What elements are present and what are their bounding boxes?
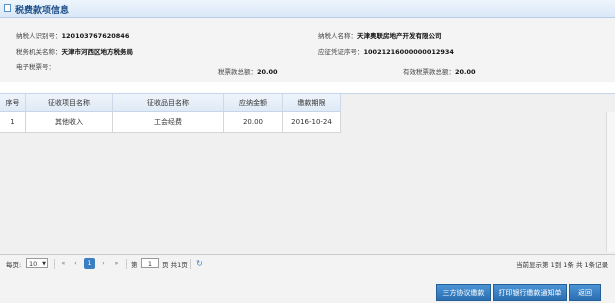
- grid-scrollbar[interactable]: [606, 112, 615, 252]
- back-button[interactable]: 返回: [569, 284, 601, 301]
- cell-item: 其他收入: [25, 111, 113, 133]
- tax-info-section: 纳税人识别号：120103767620846 纳税人名称：天津奥联房地产开发有限…: [0, 18, 615, 82]
- per-page-label: 每页:: [6, 261, 22, 269]
- column-header-item[interactable]: 征收项目名称: [25, 94, 113, 112]
- tax-office-field: 税务机关名称：天津市河西区地方税务局: [16, 48, 133, 56]
- next-page-button[interactable]: ›: [98, 258, 109, 269]
- cell-subitem: 工会经费: [112, 111, 224, 133]
- panel-header: 税费款项信息: [0, 0, 615, 18]
- total-field: 税票款总额：20.00: [218, 68, 278, 76]
- taxpayer-id-field: 纳税人识别号：120103767620846: [16, 32, 130, 40]
- valid-total-field: 有效税票款总额：20.00: [403, 68, 476, 76]
- page-number-input[interactable]: 1: [141, 258, 159, 268]
- table-header-row: 序号 征收项目名称 征收品目名称 应纳金额 缴款期限: [0, 94, 341, 112]
- taxpayer-name-field: 纳税人名称：天津奥联房地产开发有限公司: [318, 32, 442, 40]
- record-summary: 当前显示第 1到 1条 共 1条记录: [516, 261, 609, 269]
- column-header-subitem[interactable]: 征收品目名称: [112, 94, 224, 112]
- cell-amount: 20.00: [223, 111, 283, 133]
- pager-divider: [190, 259, 191, 269]
- page-1-button[interactable]: 1: [84, 258, 95, 269]
- page-total-label: 页 共1页: [162, 261, 188, 269]
- cell-deadline: 2016-10-24: [282, 111, 341, 133]
- column-header-no[interactable]: 序号: [0, 94, 26, 112]
- column-header-deadline[interactable]: 缴款期限: [282, 94, 341, 112]
- pager-divider: [126, 259, 127, 269]
- per-page-select[interactable]: 10 ▼: [26, 258, 48, 268]
- e-ticket-field: 电子税票号：: [16, 63, 55, 71]
- tax-items-table: 序号 征收项目名称 征收品目名称 应纳金额 缴款期限 1 其他收入 工会经费 2…: [0, 94, 341, 133]
- print-bank-notice-button[interactable]: 打印银行缴款通知单: [493, 284, 567, 301]
- tripartite-payment-button[interactable]: 三方协议缴款: [436, 284, 491, 301]
- pager-divider: [54, 259, 55, 269]
- refresh-icon[interactable]: ↻: [194, 258, 205, 269]
- column-header-amount[interactable]: 应纳金额: [223, 94, 283, 112]
- action-bar: 三方协议缴款 打印银行缴款通知单 返回: [0, 273, 615, 303]
- last-page-button[interactable]: »: [111, 258, 122, 269]
- tax-items-grid: 序号 征收项目名称 征收品目名称 应纳金额 缴款期限 1 其他收入 工会经费 2…: [0, 93, 615, 254]
- table-row[interactable]: 1 其他收入 工会经费 20.00 2016-10-24: [0, 111, 341, 133]
- document-icon: [4, 4, 11, 12]
- pagination-bar: 每页: 10 ▼ « ‹ 1 › » 第 1 页 共1页 ↻ 当前显示第 1到 …: [0, 254, 615, 274]
- panel-title: 税费款项信息: [15, 6, 70, 16]
- voucher-no-field: 应征凭证序号：10021216000000012934: [318, 48, 454, 56]
- page-prefix-label: 第: [131, 261, 138, 269]
- prev-page-button[interactable]: ‹: [70, 258, 81, 269]
- first-page-button[interactable]: «: [58, 258, 69, 269]
- chevron-down-icon: ▼: [42, 261, 46, 267]
- cell-no: 1: [0, 111, 26, 133]
